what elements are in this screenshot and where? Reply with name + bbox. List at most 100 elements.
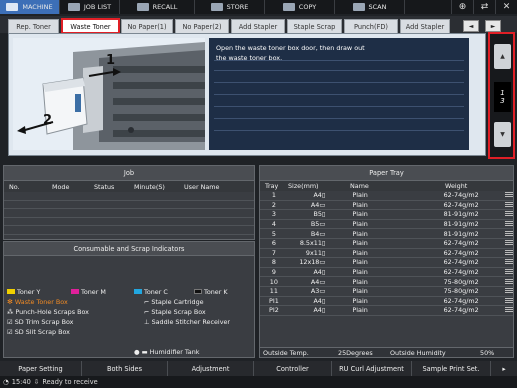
step-2-label: 2 xyxy=(43,113,53,128)
paper-setting-button[interactable]: Paper Setting xyxy=(0,361,82,376)
table-row[interactable]: 2 A4▭ Plain 62-74g/m2 xyxy=(260,201,513,211)
table-row[interactable] xyxy=(4,226,254,235)
size-cell: A4▯ xyxy=(313,296,326,305)
tray-table-header: Tray Size(mm) Name Weight xyxy=(260,181,513,191)
instruction-message: Open the waste toner box door, then draw… xyxy=(209,38,469,150)
top-menu-bar: MACHINE JOB LIST RECALL STORE COPY SCAN … xyxy=(0,0,517,14)
dot-icon: ● xyxy=(134,347,140,356)
name-cell: Plain xyxy=(352,239,368,248)
col-tray: Tray xyxy=(265,182,279,190)
step-1-label: 1 xyxy=(106,53,116,68)
controller-button[interactable]: Controller xyxy=(254,361,332,376)
tray-level-icon xyxy=(505,297,513,304)
clock-icon: ◔ xyxy=(3,378,9,386)
table-row[interactable] xyxy=(4,209,254,218)
close-icon[interactable]: ✕ xyxy=(495,0,517,14)
table-row[interactable]: 8 12x18▭ Plain 62-74g/m2 xyxy=(260,258,513,268)
col-weight: Weight xyxy=(445,182,468,190)
tray-cell: PI1 xyxy=(268,296,279,305)
size-cell: B5▭ xyxy=(310,220,326,229)
both-sides-button[interactable]: Both Sides xyxy=(82,361,168,376)
size-cell: 8.5x11▯ xyxy=(299,239,326,248)
tab-staple-scrap[interactable]: Staple Scrap xyxy=(287,19,342,33)
weight-cell: 62-74g/m2 xyxy=(443,296,479,305)
page-navigator: ▲ 1 3 ▼ xyxy=(488,32,515,159)
tab-machine[interactable]: MACHINE xyxy=(0,0,60,14)
size-cell: A4▯ xyxy=(313,306,326,315)
weight-cell: 75-80g/m2 xyxy=(443,277,479,286)
status-time: 15:40 xyxy=(11,378,31,386)
tray-level-icon xyxy=(505,230,513,237)
rule-line xyxy=(214,130,464,131)
tab-no-paper-2[interactable]: No Paper(2) xyxy=(175,19,229,33)
table-row[interactable]: PI1 A4▯ Plain 62-74g/m2 xyxy=(260,297,513,307)
function-bar: Paper Setting Both Sides Adjustment Cont… xyxy=(0,361,517,376)
indicator-toner-c: Toner C xyxy=(134,287,168,296)
tab-job-list[interactable]: JOB LIST xyxy=(60,0,120,14)
page-indicator: 1 3 xyxy=(494,82,511,112)
tab-prev-button[interactable]: ◄ xyxy=(463,20,479,32)
globe-icon[interactable]: ⊕ xyxy=(451,0,473,14)
table-row[interactable]: 3 B5▯ Plain 81-91g/m2 xyxy=(260,210,513,220)
size-cell: A4▭ xyxy=(310,200,326,209)
total-pages: 3 xyxy=(500,97,505,105)
name-cell: Plain xyxy=(352,191,368,200)
col-no: No. xyxy=(9,182,20,191)
waste-toner-illustration: 1 2 xyxy=(13,38,205,150)
tab-copy[interactable]: COPY xyxy=(265,0,335,14)
col-name: Name xyxy=(350,182,369,190)
table-row[interactable]: 5 B4▭ Plain 81-91g/m2 xyxy=(260,229,513,239)
tab-waste-toner[interactable]: Waste Toner xyxy=(61,18,120,34)
tray-cell: 7 xyxy=(271,248,276,257)
tray-cell: 9 xyxy=(271,268,276,277)
indicator-toner-k: Toner K xyxy=(194,287,228,296)
name-cell: Plain xyxy=(352,258,368,267)
switch-icon[interactable]: ⇄ xyxy=(473,0,495,14)
instruction-line-1: Open the waste toner box door, then draw… xyxy=(216,44,365,52)
rule-line xyxy=(214,82,464,83)
table-row[interactable] xyxy=(4,218,254,227)
weight-cell: 81-91g/m2 xyxy=(443,229,479,238)
table-row[interactable]: 4 B5▭ Plain 81-91g/m2 xyxy=(260,220,513,230)
table-row[interactable]: 10 A4▭ Plain 75-80g/m2 xyxy=(260,277,513,287)
table-row[interactable]: 1 A4▯ Plain 62-74g/m2 xyxy=(260,191,513,201)
outside-temp-label: Outside Temp. xyxy=(263,348,309,357)
tab-scan[interactable]: SCAN xyxy=(335,0,405,14)
tab-add-stapler[interactable]: Add Stapler xyxy=(231,19,285,33)
job-table-header: No. Mode Status Minute(S) User Name xyxy=(4,181,254,192)
table-row[interactable]: PI2 A4▯ Plain 62-74g/m2 xyxy=(260,306,513,316)
tray-cell: 3 xyxy=(271,210,276,219)
tab-next-button[interactable]: ► xyxy=(485,20,501,32)
tab-store[interactable]: STORE xyxy=(195,0,265,14)
table-row[interactable]: 9 A4▯ Plain 62-74g/m2 xyxy=(260,268,513,278)
tray-level-icon xyxy=(505,278,513,285)
table-row[interactable] xyxy=(4,192,254,201)
outside-temp-value: 25Degrees xyxy=(338,348,373,357)
size-cell: A4▭ xyxy=(310,277,326,286)
sample-print-set-button[interactable]: Sample Print Set. xyxy=(412,361,491,376)
ru-curl-adjustment-button[interactable]: RU Curl Adjustment xyxy=(332,361,412,376)
tab-rep-toner[interactable]: Rep. Toner xyxy=(8,19,59,33)
weight-cell: 62-74g/m2 xyxy=(443,191,479,200)
size-cell: B5▯ xyxy=(313,210,326,219)
adjustment-button[interactable]: Adjustment xyxy=(168,361,254,376)
tab-no-paper-1[interactable]: No Paper(1) xyxy=(121,19,173,33)
menu-arrow-icon[interactable]: ▸ xyxy=(491,361,517,376)
table-row[interactable]: 7 9x11▯ Plain 62-74g/m2 xyxy=(260,249,513,259)
table-row[interactable]: 6 8.5x11▯ Plain 62-74g/m2 xyxy=(260,239,513,249)
page-up-button[interactable]: ▲ xyxy=(494,44,511,69)
tray-level-icon xyxy=(505,269,513,276)
tab-recall[interactable]: RECALL xyxy=(120,0,195,14)
page-down-button[interactable]: ▼ xyxy=(494,122,511,147)
name-cell: Plain xyxy=(352,220,368,229)
table-row[interactable]: 11 A3▭ Plain 75-80g/m2 xyxy=(260,287,513,297)
indicator-saddle-stitcher: ⊥ Saddle Stitcher Receiver xyxy=(144,317,231,326)
table-row[interactable] xyxy=(4,201,254,210)
tab-punch-fd[interactable]: Punch(FD) xyxy=(344,19,398,33)
tray-level-icon xyxy=(505,259,513,266)
indicator-sd-trim: ☑ SD Trim Scrap Box xyxy=(7,317,74,326)
tab-add-stapler-2[interactable]: Add Stapler xyxy=(400,19,450,33)
slit-box-icon: ☑ xyxy=(7,327,13,336)
tray-cell: 6 xyxy=(271,239,276,248)
indicator-staple-cartridge: ⌐ Staple Cartridge xyxy=(144,297,204,306)
